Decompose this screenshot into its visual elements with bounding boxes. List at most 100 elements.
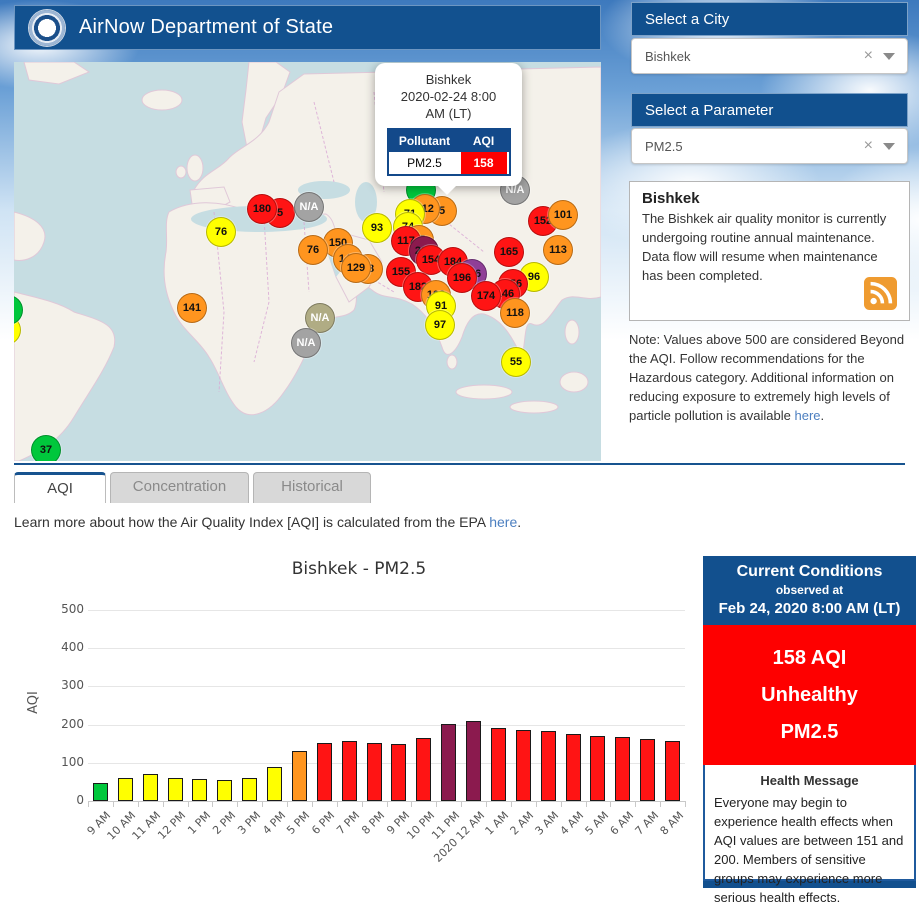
learn-more-suffix: .: [517, 514, 521, 530]
state-department-seal-logo: [29, 10, 65, 46]
aqi-map-marker-118[interactable]: 118: [500, 298, 530, 328]
x-tick-mark: [610, 801, 611, 807]
x-tick-mark: [387, 801, 388, 807]
aqi-map-marker-180[interactable]: 180: [247, 194, 277, 224]
x-tick-mark: [586, 801, 587, 807]
gridline-400: [88, 648, 685, 649]
aqi-map-marker-76[interactable]: 76: [206, 217, 236, 247]
chart-bar-3-am[interactable]: [541, 731, 556, 801]
chart-bar-7-am[interactable]: [640, 739, 655, 801]
aqi-map-marker-174[interactable]: 174: [471, 281, 501, 311]
popup-date: 2020-02-24 8:00: [383, 88, 514, 105]
city-clear-icon[interactable]: ×: [854, 47, 883, 65]
chart-bar-3-pm[interactable]: [242, 778, 257, 801]
city-select[interactable]: Bishkek ×: [631, 38, 908, 74]
chart-bar-8-pm[interactable]: [367, 743, 382, 801]
aqi-map-marker-97[interactable]: 97: [425, 310, 455, 340]
x-tick-mark: [362, 801, 363, 807]
aqi-value: 158 AQI: [703, 640, 916, 677]
y-tick-0: 0: [50, 793, 84, 807]
aqi-map-marker-na[interactable]: N/A: [291, 328, 321, 358]
observed-datetime: Feb 24, 2020 8:00 AM (LT): [707, 600, 912, 617]
city-dropdown-arrow-icon[interactable]: [883, 53, 895, 60]
note-text: Note: Values above 500 are considered Be…: [629, 332, 904, 423]
tab-aqi-label: AQI: [47, 480, 73, 497]
aqi-bar-chart: Bishkek - PM2.5 AQI 01002003004005009 AM…: [14, 545, 704, 857]
chart-bar-5-am[interactable]: [590, 736, 605, 801]
parameter-select-value: PM2.5: [632, 139, 854, 154]
popup-city: Bishkek: [383, 71, 514, 88]
city-select-header-label: Select a City: [645, 11, 729, 28]
y-tick-400: 400: [50, 640, 84, 654]
y-tick-300: 300: [50, 678, 84, 692]
tab-historical[interactable]: Historical: [253, 472, 371, 503]
y-tick-200: 200: [50, 717, 84, 731]
chart-bar-4-am[interactable]: [566, 734, 581, 801]
chart-bar-7-pm[interactable]: [342, 741, 357, 801]
chart-bar-5-pm[interactable]: [292, 751, 307, 801]
chart-bar-2-pm[interactable]: [217, 780, 232, 801]
aqi-map-marker-55[interactable]: 55: [501, 347, 531, 377]
aqi-map-marker-141[interactable]: 141: [177, 293, 207, 323]
chart-bar-2-am[interactable]: [516, 730, 531, 801]
aqi-map-marker-na[interactable]: N/A: [294, 192, 324, 222]
aqi-map-marker-93[interactable]: 93: [362, 213, 392, 243]
x-tick-mark: [287, 801, 288, 807]
x-tick-mark: [660, 801, 661, 807]
x-tick-mark: [635, 801, 636, 807]
chart-bar-11-pm[interactable]: [441, 724, 456, 801]
aqi-map-marker-129[interactable]: 129: [341, 253, 371, 283]
tab-concentration-label: Concentration: [133, 478, 226, 495]
chart-bar-10-am[interactable]: [118, 778, 133, 801]
aqi-world-map[interactable]: 518076141037N/AN/A5112717493771172611541…: [14, 62, 601, 461]
gridline-500: [88, 610, 685, 611]
parameter-select-header: Select a Parameter: [631, 93, 908, 127]
x-tick-mark: [561, 801, 562, 807]
tabs-divider: [14, 463, 905, 465]
x-tick-mark: [113, 801, 114, 807]
x-tick-mark: [163, 801, 164, 807]
aqi-map-marker-37[interactable]: 37: [31, 435, 61, 461]
parameter-dropdown-arrow-icon[interactable]: [883, 143, 895, 150]
beyond-aqi-note: Note: Values above 500 are considered Be…: [629, 330, 914, 425]
chart-bar-1-am[interactable]: [491, 728, 506, 801]
popup-pointer: [437, 185, 457, 195]
note-here-link[interactable]: here: [794, 408, 820, 423]
chart-bar-8-am[interactable]: [665, 741, 680, 801]
tab-aqi[interactable]: AQI: [14, 472, 106, 503]
parameter-select-header-label: Select a Parameter: [645, 102, 773, 119]
chart-y-axis-label: AQI: [26, 691, 41, 714]
parameter-clear-icon[interactable]: ×: [854, 137, 883, 155]
chart-bar-4-pm[interactable]: [267, 767, 282, 801]
rss-feed-icon[interactable]: [864, 277, 897, 310]
current-conditions-panel: Current Conditions observed at Feb 24, 2…: [703, 556, 916, 858]
tab-concentration[interactable]: Concentration: [110, 472, 249, 503]
note-suffix: .: [821, 408, 825, 423]
chart-bar-1-pm[interactable]: [192, 779, 207, 801]
chart-bar-2020-12-am[interactable]: [466, 721, 481, 801]
chart-bar-12-pm[interactable]: [168, 778, 183, 801]
chart-bar-10-pm[interactable]: [416, 738, 431, 801]
aqi-map-marker-165[interactable]: 165: [494, 237, 524, 267]
aqi-map-marker-113[interactable]: 113: [543, 235, 573, 265]
parameter-select[interactable]: PM2.5 ×: [631, 128, 908, 164]
learn-more-text: Learn more about how the Air Quality Ind…: [14, 514, 521, 530]
chart-bar-9-pm[interactable]: [391, 744, 406, 801]
x-tick-mark: [511, 801, 512, 807]
chart-title: Bishkek - PM2.5: [14, 559, 704, 579]
info-box-title: Bishkek: [642, 190, 897, 207]
chart-bar-6-pm[interactable]: [317, 743, 332, 801]
popup-col-aqi: AQI: [461, 130, 507, 152]
x-tick-mark: [212, 801, 213, 807]
aqi-map-marker-101[interactable]: 101: [548, 200, 578, 230]
city-select-header: Select a City: [631, 2, 908, 36]
learn-more-here-link[interactable]: here: [489, 514, 517, 530]
aqi-status-banner: 158 AQI Unhealthy PM2.5: [703, 625, 916, 765]
aqi-map-marker-76[interactable]: 76: [298, 235, 328, 265]
x-tick-mark: [237, 801, 238, 807]
popup-col-pollutant: Pollutant: [389, 130, 461, 152]
health-message-body: Everyone may begin to experience health …: [714, 793, 905, 907]
chart-bar-9-am[interactable]: [93, 783, 108, 801]
chart-bar-6-am[interactable]: [615, 737, 630, 801]
chart-bar-11-am[interactable]: [143, 774, 158, 801]
